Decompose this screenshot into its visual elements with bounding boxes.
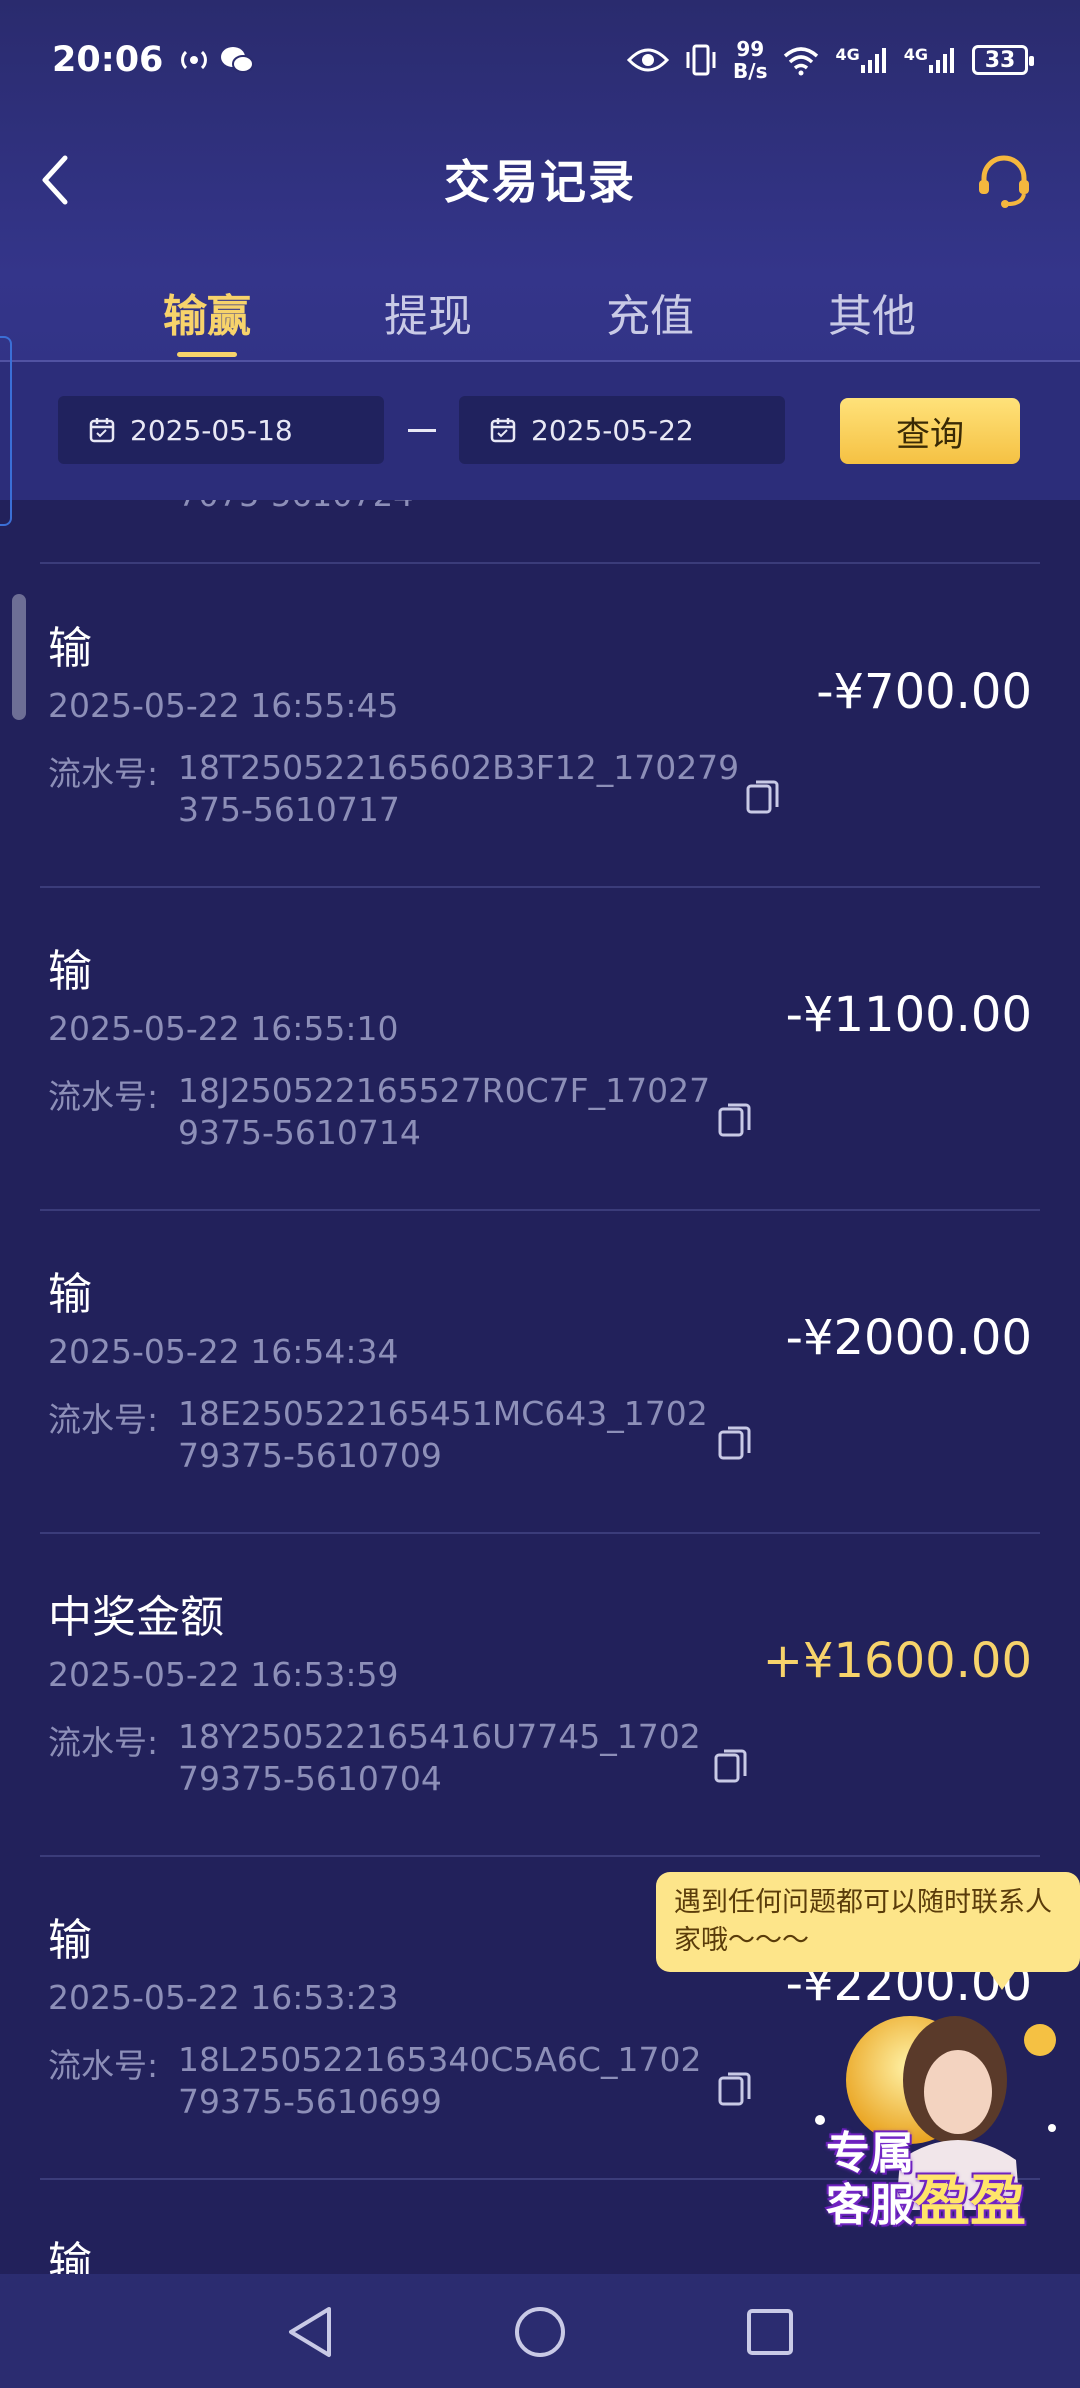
serial-line-1: 18Y250522165416U7745_1702 [178,1717,701,1756]
vibrate-icon [686,44,716,76]
serial-line-2: 79375-5610704 [178,1759,442,1798]
start-date-value: 2025-05-18 [130,413,293,447]
transaction-time: 2025-05-22 16:55:45 [48,686,399,725]
date-range-separator [408,429,436,432]
date-filter-bar: 2025-05-18 2025-05-22 查询 [0,362,1080,500]
serial-line-1: 18J250522165527R0C7F_17027 [178,1071,711,1110]
transaction-type: 输 [48,2238,92,2274]
copy-icon[interactable] [716,1099,756,1139]
calendar-icon [489,416,517,444]
copy-icon[interactable] [744,776,784,816]
signal-bars-icon [929,48,954,73]
transaction-time: 2025-05-22 16:54:34 [48,1332,399,1371]
transaction-row[interactable]: 输 2025-05-22 16:55:10 流水号: 18J2505221655… [0,887,1080,1209]
transaction-type: 输 [48,1269,92,1320]
headset-icon [979,155,1029,208]
nav-back-button[interactable] [278,2300,342,2364]
signal-bars-icon [860,48,886,73]
transaction-list: 7075-5610724 输 2025-05-22 16:55:45 流水号: … [0,500,1080,2274]
query-button[interactable]: 查询 [840,398,1020,464]
transaction-row[interactable]: 输 2025-05-22 16:54:34 流水号: 18E2505221654… [0,1210,1080,1532]
wechat-icon [221,47,255,73]
serial-number: 18T250522165602B3F12_170279 375-5610717 [178,747,739,831]
transaction-time: 2025-05-22 16:53:23 [48,1978,399,2017]
customer-service-button[interactable] [968,144,1040,216]
serial-line-1: 18T250522165602B3F12_170279 [178,748,740,787]
notification-icons [177,44,255,76]
circle-home-icon [515,2307,565,2357]
hotspot-icon [181,50,208,70]
transaction-time: 2025-05-22 16:55:10 [48,1009,399,1048]
triangle-back-icon [289,2307,331,2357]
page-title: 交易记录 [444,155,636,209]
transaction-amount: +¥1600.00 [762,1633,1032,1689]
network-type-1: 4G [835,45,860,64]
transaction-type: 输 [48,623,92,674]
serial-line-1: 18E250522165451MC643_1702 [178,1394,708,1433]
transaction-type: 中奖金额 [48,1592,224,1643]
system-indicators: 99 B/s 4G 4G 33 [627,38,1034,82]
copy-icon[interactable] [712,1745,752,1785]
speed-value: 99 [736,37,765,61]
serial-line-2: 79375-5610709 [178,1436,442,1475]
nav-home-button[interactable] [508,2300,572,2364]
eye-icon [627,48,670,72]
partial-serial-text: 7075-5610724 [178,500,414,514]
active-tab-indicator [177,352,237,357]
service-label-line-2: 客服 [826,2180,914,2231]
battery-indicator: 33 [972,45,1034,75]
transaction-type: 输 [48,946,92,997]
copy-icon[interactable] [716,2068,756,2108]
service-label[interactable]: 专属 客服盈盈 [826,2130,1066,2230]
serial-line-2: 79375-5610699 [178,2082,442,2121]
transaction-type: 输 [48,1915,92,1966]
serial-number: 18J250522165527R0C7F_17027 9375-5610714 [178,1070,710,1154]
network-type-2: 4G [903,45,928,64]
end-date-picker[interactable]: 2025-05-22 [459,396,785,464]
signal-1: 4G [835,45,889,75]
serial-line-1: 18L250522165340C5A6C_1702 [178,2040,702,2079]
tab-bar: 输赢 提现 充值 其他 [0,280,1080,360]
service-label-line-1: 专属 [826,2128,914,2179]
wifi-icon [784,47,819,76]
tab-win-loss[interactable]: 输赢 [127,280,287,344]
serial-line-2: 375-5610717 [178,790,400,829]
network-speed: 99 B/s [733,38,767,82]
serial-label: 流水号: [48,1077,159,1116]
start-date-picker[interactable]: 2025-05-18 [58,396,384,464]
nav-recent-button[interactable] [738,2300,802,2364]
serial-label: 流水号: [48,2046,159,2085]
side-drawer-handle[interactable] [0,336,12,526]
service-tip-bubble[interactable]: 遇到任何问题都可以随时联系人家哦～～～ [656,1872,1080,1990]
serial-label: 流水号: [48,754,159,793]
serial-label: 流水号: [48,1400,159,1439]
transaction-amount: -¥2000.00 [785,1310,1032,1366]
serial-number: 18L250522165340C5A6C_1702 79375-5610699 [178,2039,701,2123]
system-nav-bar [0,2274,1080,2388]
transaction-time: 2025-05-22 16:53:59 [48,1655,399,1694]
transaction-amount: -¥1100.00 [785,987,1032,1043]
scroll-indicator[interactable] [12,594,26,720]
square-recent-icon [747,2309,793,2355]
serial-number: 18E250522165451MC643_1702 79375-5610709 [178,1393,708,1477]
status-bar: 20:06 99 B/s 4G 4G 33 [0,0,1080,120]
copy-icon[interactable] [716,1422,756,1462]
app-header: 交易记录 [0,130,1080,230]
tab-deposit[interactable]: 充值 [570,280,730,344]
transaction-row[interactable]: 输 2025-05-22 16:55:45 流水号: 18T2505221656… [0,564,1080,886]
transaction-row[interactable]: 中奖金额 2025-05-22 16:53:59 流水号: 18Y2505221… [0,1533,1080,1855]
tab-other[interactable]: 其他 [792,280,952,344]
tab-withdraw[interactable]: 提现 [348,280,508,344]
service-name: 盈盈 [914,2169,1026,2234]
end-date-value: 2025-05-22 [531,413,694,447]
transaction-amount: -¥700.00 [816,664,1032,720]
speed-unit: B/s [733,59,768,83]
clock: 20:06 [52,40,164,80]
serial-number: 18Y250522165416U7745_1702 79375-5610704 [178,1716,701,1800]
signal-2: 4G [904,45,958,75]
calendar-icon [88,416,116,444]
serial-line-2: 9375-5610714 [178,1113,421,1152]
serial-label: 流水号: [48,1723,159,1762]
